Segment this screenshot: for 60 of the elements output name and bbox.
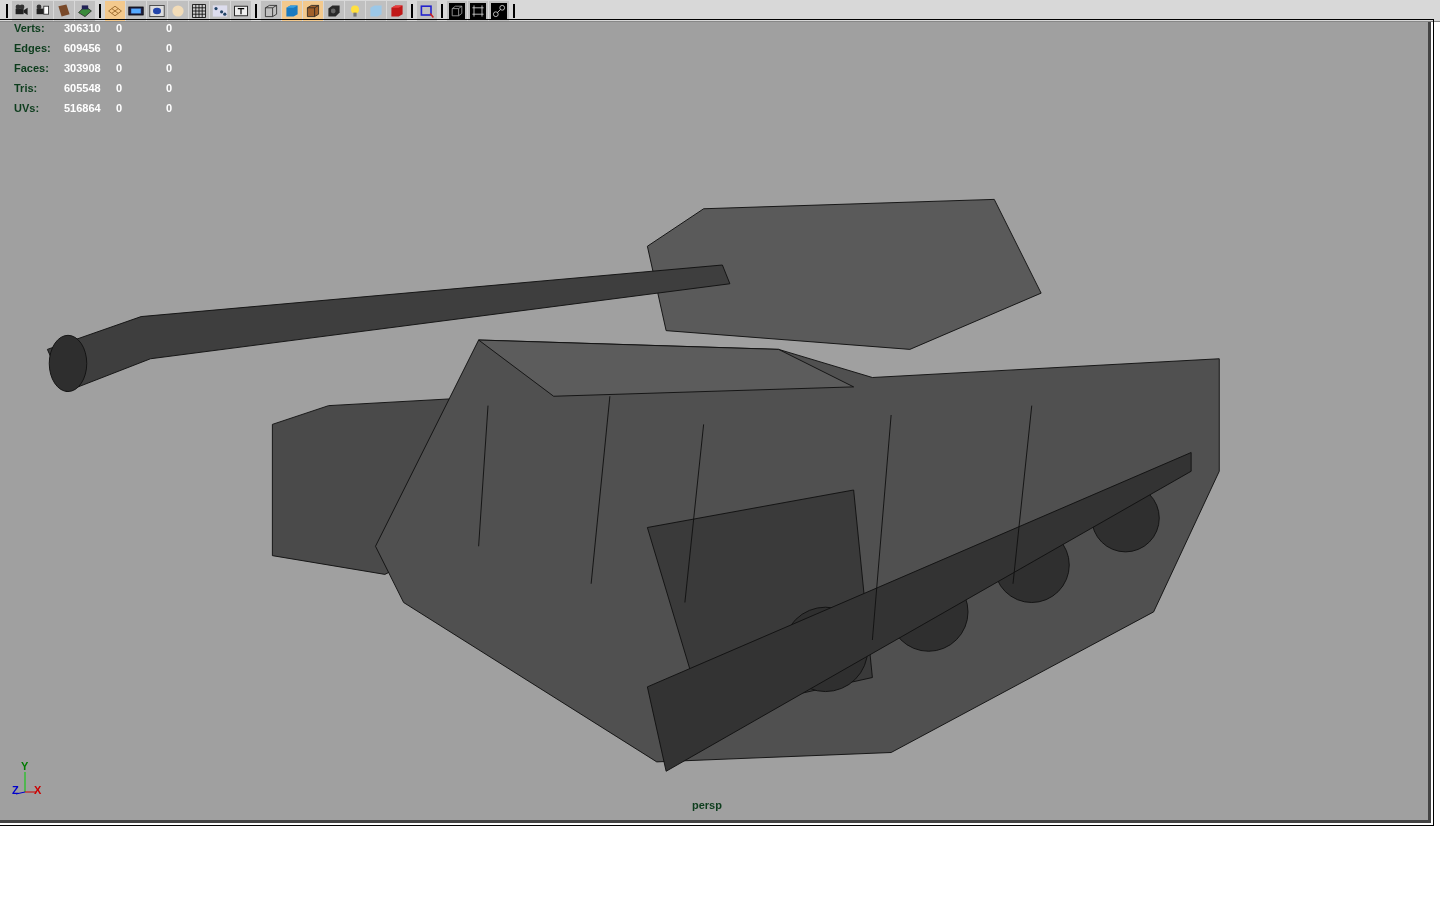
cube-tool-button[interactable]: [366, 0, 386, 21]
joint-tool-button[interactable]: [489, 0, 509, 21]
image-plane-tool-button[interactable]: [75, 0, 95, 21]
mesh-icon: [191, 2, 207, 19]
camera-settings-tool-button[interactable]: [33, 0, 53, 21]
stat-value: 306310: [64, 22, 102, 34]
stat-value: 0: [116, 102, 124, 114]
stat-value: 303908: [64, 62, 102, 74]
stat-value: 0: [116, 42, 124, 54]
stat-label: Tris:: [14, 82, 39, 94]
grid-tool-button[interactable]: [468, 0, 488, 21]
stat-value: 0: [166, 102, 174, 114]
film-tool-button[interactable]: [126, 0, 146, 21]
frame-tool-button[interactable]: [417, 0, 437, 21]
stat-value: 0: [116, 62, 124, 74]
stat-value: 0: [166, 42, 174, 54]
wireframe-cube-tool-button[interactable]: [261, 0, 281, 21]
disc-tool-button[interactable]: [168, 0, 188, 21]
wireframe-cube-icon: [263, 2, 279, 19]
axis-label: Y: [21, 760, 29, 772]
book-tool-button[interactable]: [54, 0, 74, 21]
cube-tool-button[interactable]: [447, 0, 467, 21]
stat-value: 0: [116, 82, 124, 94]
stat-value: 609456: [64, 42, 102, 54]
cube-icon: [389, 2, 405, 19]
camera-tool-button[interactable]: [12, 0, 32, 21]
stat-value: 0: [116, 22, 124, 34]
stat-value: 0: [166, 82, 174, 94]
text-tool-button[interactable]: [231, 0, 251, 21]
shadow-cube-tool-button[interactable]: [324, 0, 344, 21]
axis-label: X: [34, 784, 42, 796]
cube-tool-button[interactable]: [387, 0, 407, 21]
camera-name-label: persp: [692, 799, 722, 811]
joint-icon: [491, 2, 507, 19]
dots-tool-button[interactable]: [210, 0, 230, 21]
frame-icon: [419, 2, 435, 19]
shadow-cube-icon: [326, 2, 342, 19]
stat-value: 516864: [64, 102, 102, 114]
textured-cube-icon: [305, 2, 321, 19]
shaded-cube-icon: [284, 2, 300, 19]
grid-icon: [470, 2, 486, 19]
textured-cube-tool-button[interactable]: [303, 0, 323, 21]
stat-value: 0: [166, 22, 174, 34]
cube-icon: [368, 2, 384, 19]
image-plane-icon: [77, 2, 93, 19]
stat-label: Faces:: [14, 62, 50, 74]
stat-label: Edges:: [14, 42, 52, 54]
axis-label: Z: [12, 784, 19, 796]
shaded-cube-tool-button[interactable]: [282, 0, 302, 21]
disc-icon: [170, 2, 186, 19]
stat-value: 0: [166, 62, 174, 74]
stat-value: 605548: [64, 82, 102, 94]
stat-label: Verts:: [14, 22, 46, 34]
sphere-tool-button[interactable]: [147, 0, 167, 21]
mesh-tool-button[interactable]: [189, 0, 209, 21]
grid-tool-button[interactable]: [105, 0, 125, 21]
book-icon: [56, 2, 72, 19]
light-bulb-tool-button[interactable]: [345, 0, 365, 21]
stat-label: UVs:: [14, 102, 41, 114]
dots-icon: [212, 2, 228, 19]
